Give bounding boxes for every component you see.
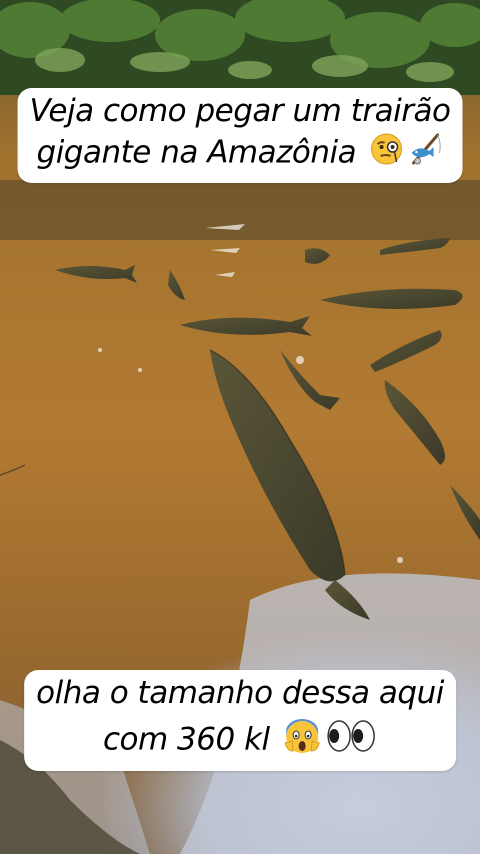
top-caption-line-2-text: gigante na Amazônia [36, 134, 357, 171]
bottom-caption-line-2: com 360 kl [36, 717, 444, 765]
eyes-icon [325, 717, 377, 765]
bottom-caption: olha o tamanho dessa aqui com 360 kl [24, 670, 456, 771]
top-caption-line-2: gigante na Amazônia [30, 131, 451, 177]
fishing-pole-icon [407, 131, 443, 177]
top-caption-line-1: Veja como pegar um trairão [29, 93, 451, 129]
face-with-monocle-icon [369, 132, 403, 176]
bottom-caption-line-1: olha o tamanho dessa aqui [36, 675, 444, 711]
bottom-caption-line-2-text: com 360 kl [102, 721, 270, 758]
top-caption: Veja como pegar um trairão gigante na Am… [17, 88, 463, 183]
face-screaming-in-fear-icon [283, 717, 321, 765]
